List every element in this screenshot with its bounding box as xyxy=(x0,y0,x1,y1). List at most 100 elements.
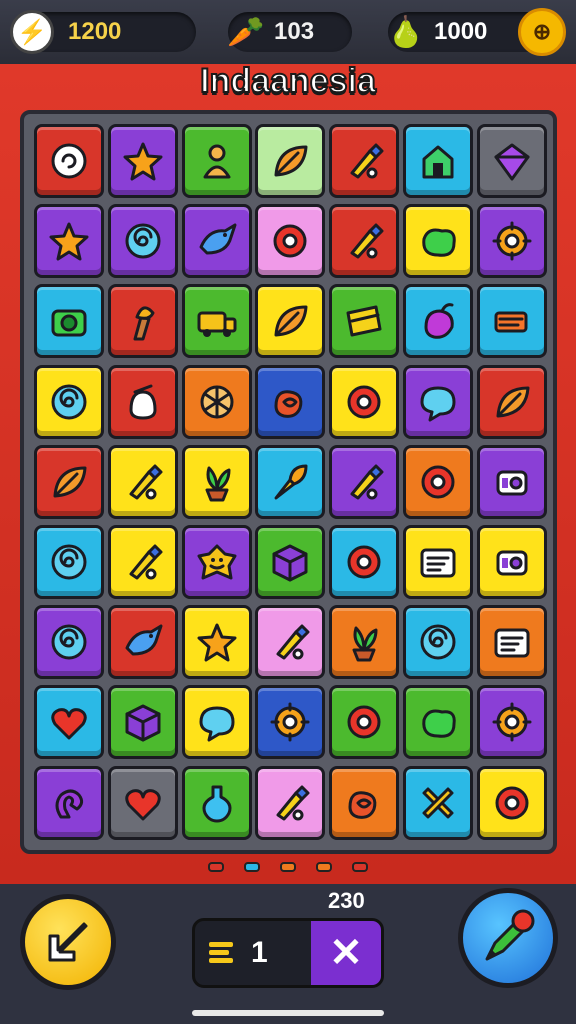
tile-ring[interactable] xyxy=(329,364,400,439)
tile-heart[interactable] xyxy=(34,685,104,760)
tile-bubble[interactable] xyxy=(181,685,252,760)
tile-plant[interactable] xyxy=(181,444,252,519)
tile-blob[interactable] xyxy=(402,685,473,760)
house-icon xyxy=(422,145,454,179)
page-dot[interactable] xyxy=(352,862,368,872)
tile-gear[interactable] xyxy=(476,685,547,760)
carrots-counter[interactable]: 🥕 103 xyxy=(227,12,352,52)
tile-torch[interactable] xyxy=(107,284,178,359)
tile-spiral[interactable] xyxy=(34,364,104,439)
tile-crayon[interactable] xyxy=(329,204,400,279)
tile-leaf[interactable] xyxy=(476,364,547,439)
tile-box[interactable] xyxy=(255,524,326,599)
tile-sack[interactable] xyxy=(107,364,178,439)
tile-bird[interactable] xyxy=(107,605,178,680)
tile-knot[interactable] xyxy=(255,364,326,439)
tile-cart[interactable] xyxy=(476,284,547,359)
tile-crayon[interactable] xyxy=(329,444,400,519)
blob-icon xyxy=(422,228,456,257)
leaf-icon xyxy=(274,145,308,177)
tile-crayon[interactable] xyxy=(329,124,400,198)
close-button[interactable]: ✕ xyxy=(311,921,381,985)
tile-book[interactable] xyxy=(329,284,400,359)
tile-camera[interactable] xyxy=(34,284,104,359)
tile-ring[interactable] xyxy=(255,204,326,279)
cross-icon xyxy=(422,787,454,818)
screen-icon xyxy=(494,628,530,658)
tile-star[interactable] xyxy=(34,204,104,279)
add-currency-button[interactable]: ⊕ xyxy=(518,8,566,56)
tile-gem[interactable] xyxy=(476,124,547,198)
plant-icon xyxy=(352,626,378,662)
tile-gear[interactable] xyxy=(255,685,326,760)
tile-knot[interactable] xyxy=(329,765,400,840)
gear-icon xyxy=(270,702,310,742)
tile-box[interactable] xyxy=(107,685,178,760)
plant-icon xyxy=(205,466,231,502)
tile-leaf[interactable] xyxy=(255,284,326,359)
booster-button[interactable] xyxy=(458,888,558,988)
tile-heart[interactable] xyxy=(107,765,178,840)
fruit-icon xyxy=(424,303,454,340)
crayon-icon xyxy=(276,624,310,660)
tile-gear[interactable] xyxy=(476,204,547,279)
move-counter: 1 ✕ xyxy=(192,918,384,988)
sack-icon xyxy=(129,384,157,420)
crayon-icon xyxy=(350,223,384,259)
bubble-icon xyxy=(199,706,235,742)
bird-icon xyxy=(199,223,237,255)
tile-swirl[interactable] xyxy=(34,124,104,198)
tile-fruit[interactable] xyxy=(402,284,473,359)
tile-crayon[interactable] xyxy=(255,605,326,680)
tile-bubble[interactable] xyxy=(402,364,473,439)
tile-tag[interactable] xyxy=(476,444,547,519)
tile-spiral[interactable] xyxy=(34,524,104,599)
page-dot[interactable] xyxy=(208,862,224,872)
coins-counter[interactable]: ⚡ 1200 xyxy=(10,10,196,54)
bubble-icon xyxy=(420,386,456,422)
tile-house[interactable] xyxy=(402,124,473,198)
tile-idol[interactable] xyxy=(181,124,252,198)
tile-spiral[interactable] xyxy=(107,204,178,279)
tile-cross[interactable] xyxy=(402,765,473,840)
page-dot[interactable] xyxy=(316,862,332,872)
tile-screen[interactable] xyxy=(476,605,547,680)
tile-crayon[interactable] xyxy=(107,444,178,519)
tile-star[interactable] xyxy=(107,124,178,198)
tile-crayon[interactable] xyxy=(255,765,326,840)
tile-bird[interactable] xyxy=(181,204,252,279)
knot-icon xyxy=(274,389,303,418)
tile-ring[interactable] xyxy=(402,444,473,519)
tile-ring[interactable] xyxy=(476,765,547,840)
tile-brush[interactable] xyxy=(255,444,326,519)
tile-ring[interactable] xyxy=(329,524,400,599)
tile-potion[interactable] xyxy=(181,765,252,840)
potion-icon xyxy=(202,785,232,822)
star-icon xyxy=(197,623,237,662)
back-arrow-button[interactable] xyxy=(20,894,116,990)
ring-icon xyxy=(347,545,381,579)
arrow-down-left-icon xyxy=(48,922,88,962)
page-dot[interactable] xyxy=(280,862,296,872)
tile-truck[interactable] xyxy=(181,284,252,359)
tag-icon xyxy=(496,470,528,496)
gems-counter[interactable]: 🍐 1000 ⊕ xyxy=(387,8,566,56)
tile-smile[interactable] xyxy=(181,524,252,599)
tile-tag[interactable] xyxy=(476,524,547,599)
tile-leaf[interactable] xyxy=(255,124,326,198)
gem-icon xyxy=(494,143,530,181)
tile-hook[interactable] xyxy=(34,765,104,840)
heart-icon xyxy=(51,708,87,740)
tile-ring[interactable] xyxy=(329,685,400,760)
tile-crayon[interactable] xyxy=(107,524,178,599)
tile-plant[interactable] xyxy=(329,605,400,680)
tile-star[interactable] xyxy=(181,605,252,680)
tile-blob[interactable] xyxy=(402,204,473,279)
tile-screen[interactable] xyxy=(402,524,473,599)
tile-leaf[interactable] xyxy=(34,444,104,519)
page-dot[interactable] xyxy=(244,862,260,872)
tile-spiral[interactable] xyxy=(402,605,473,680)
tile-ball[interactable] xyxy=(181,364,252,439)
knot-icon xyxy=(348,790,377,819)
tile-spiral[interactable] xyxy=(34,605,104,680)
